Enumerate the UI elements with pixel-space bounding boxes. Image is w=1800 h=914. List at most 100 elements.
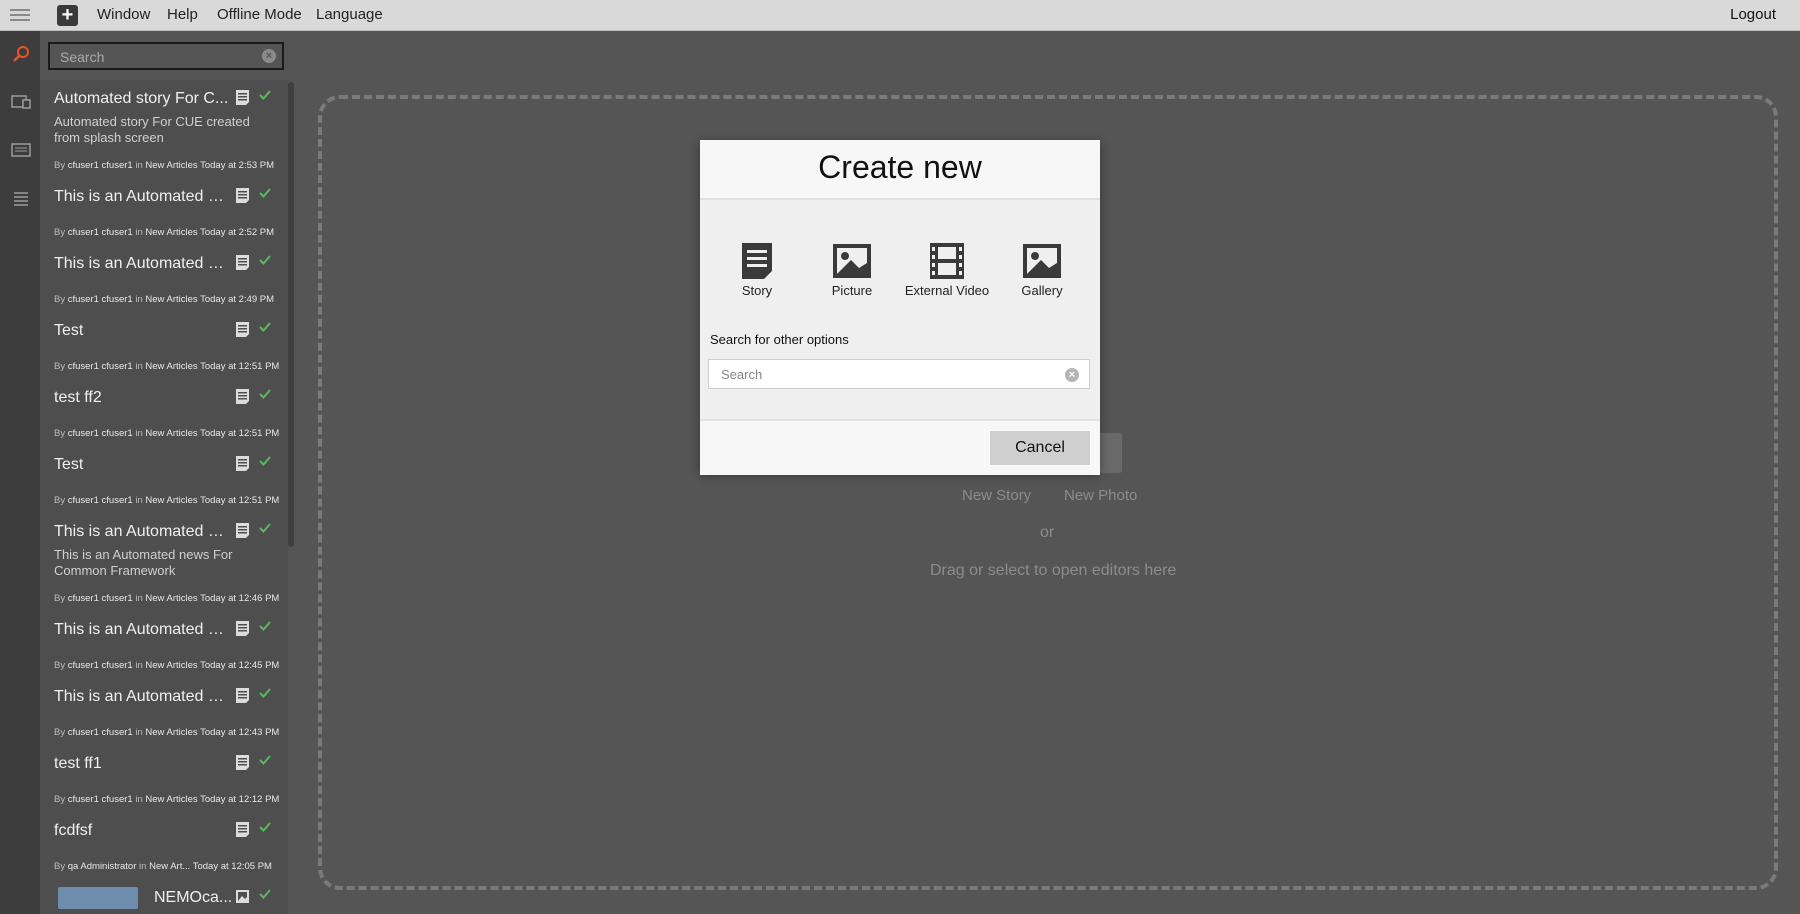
- article-section[interactable]: New Articles: [145, 794, 197, 805]
- dialog-title: Create new: [818, 149, 982, 185]
- article-list-item[interactable]: This is an Automated ne... This is an Aut…: [40, 513, 288, 612]
- option-story[interactable]: Story: [712, 241, 802, 298]
- in-label: in: [139, 861, 147, 872]
- menu-help[interactable]: Help: [167, 6, 198, 23]
- article-list-item[interactable]: test ff1 By cfuser1 cfuser1 in New Articl…: [40, 745, 288, 813]
- article-section[interactable]: New Articles: [145, 428, 197, 439]
- by-label: By: [54, 495, 66, 506]
- dialog-search-input[interactable]: [719, 366, 1043, 383]
- article-section[interactable]: New Articles: [145, 294, 197, 305]
- article-author[interactable]: cfuser1 cfuser1: [68, 794, 133, 805]
- in-label: in: [135, 160, 143, 171]
- article-title: Automated story For C...: [54, 90, 229, 107]
- article-author[interactable]: cfuser1 cfuser1: [68, 361, 133, 372]
- article-thumbnail: [58, 887, 138, 909]
- article-list-item[interactable]: Test By cfuser1 cfuser1 in New Articles T…: [40, 312, 288, 380]
- in-label: in: [135, 593, 143, 604]
- list-scrollbar[interactable]: [288, 82, 294, 547]
- article-author[interactable]: cfuser1 cfuser1: [68, 495, 133, 506]
- article-section[interactable]: New Articles: [145, 160, 197, 171]
- article-section[interactable]: New Articles: [145, 660, 197, 671]
- drag-hint: Drag or select to open editors here: [930, 562, 1177, 579]
- article-list-item[interactable]: Test By cfuser1 cfuser1 in New Articles T…: [40, 446, 288, 514]
- article-list-item[interactable]: NEMOca...: [40, 879, 288, 914]
- menu-bar: + Window Help Offline Mode Language Logo…: [0, 0, 1800, 31]
- article-author[interactable]: cfuser1 cfuser1: [68, 428, 133, 439]
- article-author[interactable]: cfuser1 cfuser1: [68, 227, 133, 238]
- article-section[interactable]: New Articles: [145, 727, 197, 738]
- in-label: in: [135, 428, 143, 439]
- option-gallery-label: Gallery: [1021, 283, 1063, 298]
- article-section[interactable]: New Articles: [145, 495, 197, 506]
- article-description: Automated story For CUE created from spl…: [54, 114, 250, 145]
- article-section[interactable]: New Articles: [145, 227, 197, 238]
- list-icon[interactable]: [10, 187, 32, 209]
- cancel-button[interactable]: Cancel: [990, 431, 1090, 465]
- article-title: This is an Automated st...: [54, 621, 229, 638]
- article-list-item[interactable]: test ff2 By cfuser1 cfuser1 in New Articl…: [40, 379, 288, 447]
- option-picture[interactable]: Picture: [807, 241, 897, 298]
- film-icon: [930, 243, 964, 279]
- clear-search-icon[interactable]: ×: [262, 49, 276, 63]
- article-title: Test: [54, 322, 84, 339]
- article-list-item[interactable]: This is an Automated st... By cfuser1 cfu…: [40, 678, 288, 746]
- article-time: Today at 2:52 PM: [200, 227, 275, 238]
- article-section[interactable]: New Articles: [145, 593, 197, 604]
- document-icon: [236, 755, 249, 770]
- published-check-icon: [259, 889, 271, 899]
- clear-dialog-search-icon[interactable]: ×: [1065, 368, 1079, 382]
- by-label: By: [54, 361, 66, 372]
- published-check-icon: [259, 322, 271, 332]
- article-time: Today at 2:53 PM: [200, 160, 275, 171]
- in-label: in: [135, 660, 143, 671]
- article-author[interactable]: cfuser1 cfuser1: [68, 294, 133, 305]
- article-list-item[interactable]: This is an Automated st... By cfuser1 cfu…: [40, 245, 288, 313]
- logout-link[interactable]: Logout: [1730, 6, 1776, 23]
- article-meta: By cfuser1 cfuser1 in New Articles Today…: [54, 495, 279, 506]
- by-label: By: [54, 294, 66, 305]
- by-label: By: [54, 160, 66, 171]
- article-meta: By cfuser1 cfuser1 in New Articles Today…: [54, 294, 274, 305]
- article-author[interactable]: cfuser1 cfuser1: [68, 727, 133, 738]
- article-author[interactable]: cfuser1 cfuser1: [68, 160, 133, 171]
- article-list-item[interactable]: This is an Automated st... By cfuser1 cfu…: [40, 178, 288, 246]
- article-list-item[interactable]: Automated story For C... Automated story …: [40, 80, 288, 179]
- article-section[interactable]: New Articles: [145, 361, 197, 372]
- article-time: Today at 12:45 PM: [200, 660, 280, 671]
- new-photo-link[interactable]: New Photo: [1064, 487, 1137, 504]
- article-description: This is an Automated news For Common Fra…: [54, 547, 233, 578]
- by-label: By: [54, 861, 66, 872]
- by-label: By: [54, 428, 66, 439]
- published-check-icon: [259, 188, 271, 198]
- create-new-button[interactable]: +: [57, 5, 78, 26]
- in-label: in: [135, 794, 143, 805]
- menu-offline-mode[interactable]: Offline Mode: [217, 6, 302, 23]
- picture-icon: [833, 244, 871, 278]
- article-time: Today at 12:43 PM: [200, 727, 280, 738]
- new-story-link[interactable]: New Story: [962, 487, 1031, 504]
- by-label: By: [54, 227, 66, 238]
- document-icon: [236, 621, 249, 636]
- article-author[interactable]: cfuser1 cfuser1: [68, 660, 133, 671]
- search-icon[interactable]: [10, 44, 32, 66]
- published-check-icon: [259, 456, 271, 466]
- menu-language[interactable]: Language: [316, 6, 383, 23]
- folder-icon[interactable]: [10, 91, 32, 113]
- hamburger-menu-icon[interactable]: [10, 6, 30, 24]
- article-list-item[interactable]: This is an Automated st... By cfuser1 cfu…: [40, 611, 288, 679]
- article-title: test ff2: [54, 389, 102, 406]
- article-author[interactable]: qa Administrator: [68, 861, 137, 872]
- newspaper-icon[interactable]: [10, 139, 32, 161]
- article-author[interactable]: cfuser1 cfuser1: [68, 593, 133, 604]
- document-icon: [236, 322, 249, 337]
- sidebar-search-input[interactable]: [58, 48, 252, 66]
- menu-window[interactable]: Window: [97, 6, 150, 23]
- article-meta: By cfuser1 cfuser1 in New Articles Today…: [54, 160, 274, 171]
- article-meta: By cfuser1 cfuser1 in New Articles Today…: [54, 428, 279, 439]
- published-check-icon: [259, 389, 271, 399]
- option-gallery[interactable]: Gallery: [997, 241, 1087, 298]
- option-external-video[interactable]: External Video: [897, 241, 997, 298]
- article-list-item[interactable]: fcdfsf By qa Administrator in New Art... …: [40, 812, 288, 880]
- article-section[interactable]: New Art...: [149, 861, 190, 872]
- published-check-icon: [259, 688, 271, 698]
